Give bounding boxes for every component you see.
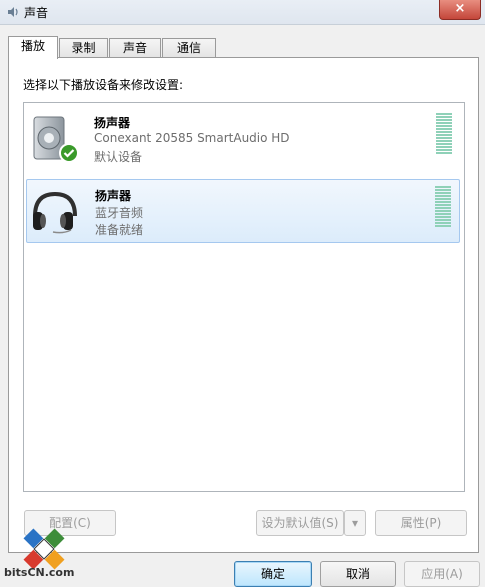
tab-recording[interactable]: 录制 — [59, 38, 108, 58]
speaker-icon — [33, 116, 78, 163]
window-title: 声音 — [24, 6, 49, 20]
tab-communications[interactable]: 通信 — [162, 38, 216, 58]
volume-meter — [436, 113, 452, 157]
device-status: 默认设备 — [94, 150, 143, 164]
sound-app-icon — [8, 7, 18, 17]
close-icon: × — [454, 1, 466, 16]
tab-playback[interactable]: 播放 — [8, 36, 58, 59]
device-item-speaker-default[interactable]: 扬声器 Conexant 20585 SmartAudio HD 默认设备 — [26, 107, 460, 171]
device-name: 扬声器 — [95, 189, 132, 203]
watermark-text: bitsCN.com — [4, 566, 75, 579]
properties-button[interactable]: 属性(P) — [375, 510, 467, 536]
apply-button[interactable]: 应用(A) — [404, 561, 480, 587]
chevron-down-icon: ▾ — [351, 516, 359, 530]
cancel-button[interactable]: 取消 — [320, 561, 396, 587]
close-button[interactable]: × — [439, 0, 481, 20]
device-description: Conexant 20585 SmartAudio HD — [94, 131, 290, 145]
device-item-speaker-bluetooth[interactable]: 扬声器 蓝牙音频 准备就绪 — [26, 179, 460, 243]
device-list[interactable]: 扬声器 Conexant 20585 SmartAudio HD 默认设备 扬声… — [23, 102, 465, 492]
title-bar: 声音 × — [0, 0, 485, 25]
tab-sounds[interactable]: 声音 — [109, 38, 161, 58]
ok-button[interactable]: 确定 — [234, 561, 312, 587]
set-default-button[interactable]: 设为默认值(S) — [256, 510, 344, 536]
device-name: 扬声器 — [94, 116, 131, 130]
set-default-dropdown-button[interactable]: ▾ — [344, 510, 366, 536]
device-status: 准备就绪 — [95, 223, 144, 237]
device-description: 蓝牙音频 — [95, 206, 144, 220]
headphones-icon — [33, 191, 77, 234]
volume-meter — [435, 186, 451, 230]
instruction-text: 选择以下播放设备来修改设置: — [23, 78, 184, 92]
